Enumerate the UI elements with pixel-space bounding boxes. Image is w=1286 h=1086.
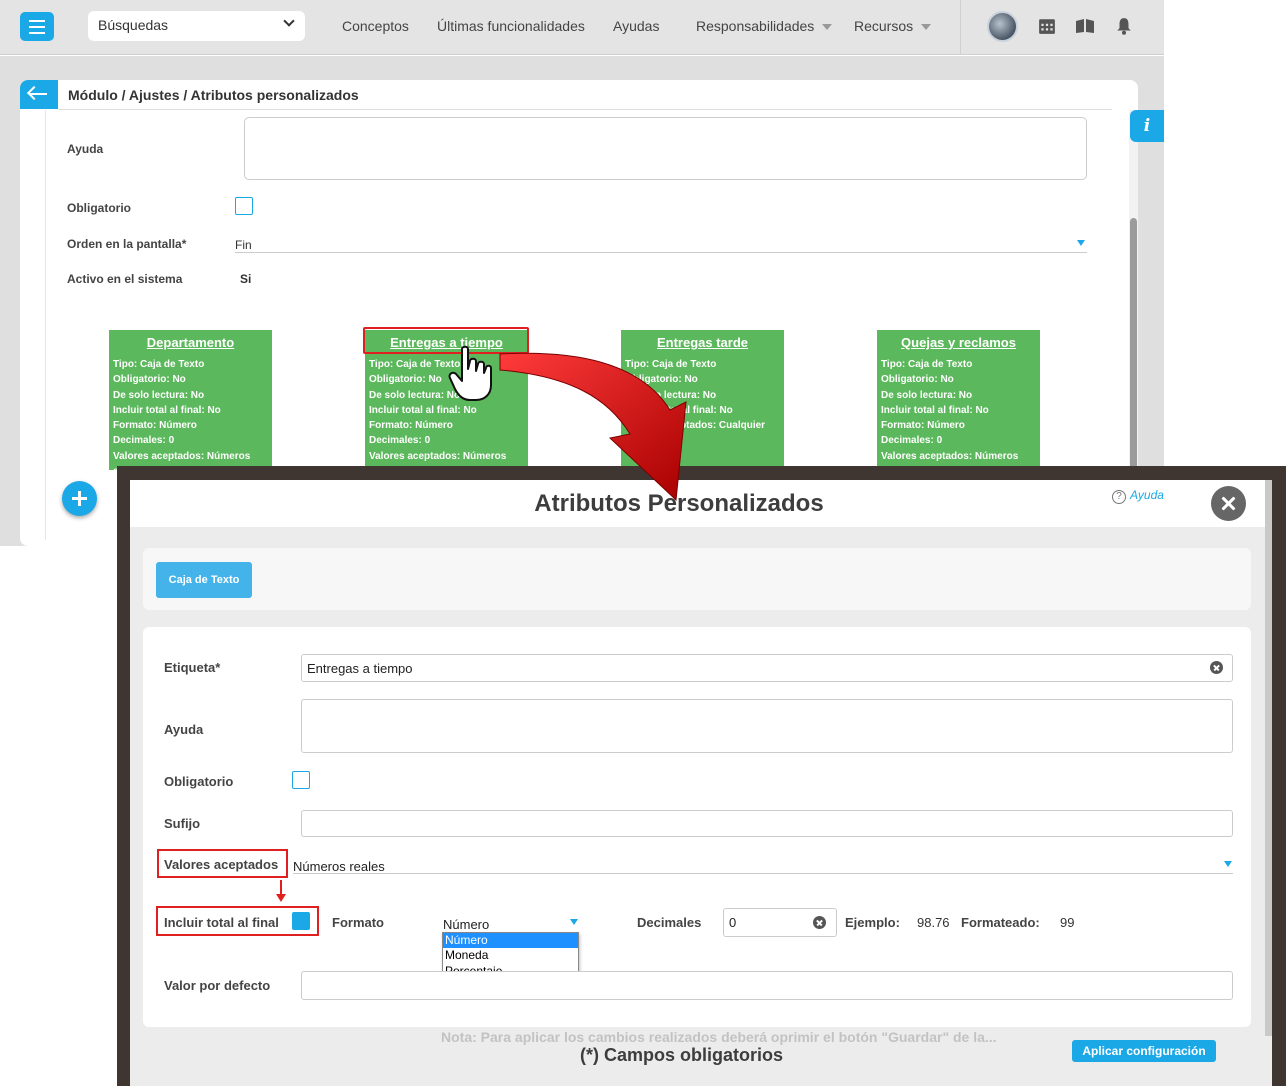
info-button[interactable]: i	[1130, 110, 1164, 142]
hand-cursor-icon	[448, 345, 492, 401]
breadcrumb: Módulo / Ajustes / Atributos personaliza…	[68, 87, 359, 103]
nav-link-ayudas[interactable]: Ayudas	[613, 18, 659, 34]
formato-option[interactable]: Moneda	[443, 948, 578, 963]
caret-down-icon	[570, 919, 578, 925]
decimales-label: Decimales	[637, 915, 702, 930]
nav-link-recursos-label: Recursos	[854, 18, 914, 34]
breadcrumb-divider	[58, 109, 1112, 110]
help-link[interactable]: ? Ayuda	[1112, 488, 1164, 504]
incluir-total-checkbox[interactable]	[292, 912, 310, 930]
clear-icon[interactable]	[813, 916, 826, 929]
ayuda-label: Ayuda	[164, 722, 204, 737]
attribute-card-row: Incluir total al final: No	[113, 404, 221, 416]
valores-aceptados-label: Valores aceptados	[164, 857, 279, 872]
nav-divider	[960, 0, 961, 55]
bg-obligatorio-checkbox[interactable]	[235, 197, 253, 215]
nav-link-responsabilidades-label: Responsabilidades	[696, 18, 815, 34]
attribute-card-title[interactable]: Quejas y reclamos	[877, 335, 1040, 350]
caret-down-icon	[1224, 861, 1232, 867]
attribute-card-quejas-y-reclamos[interactable]: Quejas y reclamos Tipo: Caja de Texto Ob…	[877, 330, 1040, 470]
attribute-card-row: Valores aceptados: Números	[113, 450, 251, 462]
text-box-type-button[interactable]: Caja de Texto	[156, 562, 252, 598]
nav-link-ultimas-funcionalidades[interactable]: Últimas funcionalidades	[437, 18, 585, 34]
menu-icon[interactable]	[20, 12, 54, 41]
bell-icon[interactable]	[1115, 17, 1133, 35]
incluir-total-label: Incluir total al final	[164, 915, 279, 930]
avatar[interactable]	[987, 11, 1018, 42]
formato-label: Formato	[332, 915, 384, 930]
etiqueta-field[interactable]: Entregas a tiempo	[301, 654, 1233, 682]
bg-orden-select[interactable]: Fin	[235, 238, 252, 252]
formato-select[interactable]: Número	[443, 917, 489, 932]
attribute-card-row: Obligatorio: No	[881, 374, 954, 386]
required-fields-note: (*) Campos obligatorios	[580, 1045, 784, 1065]
formateado-value: 99	[1060, 915, 1075, 930]
type-toolbar	[143, 548, 1251, 610]
clear-icon[interactable]	[1210, 661, 1223, 674]
valor-por-defecto-field[interactable]	[301, 971, 1233, 1000]
attribute-card-row: Decimales: 0	[113, 435, 175, 447]
nav-link-recursos[interactable]: Recursos	[854, 18, 932, 34]
valores-aceptados-select[interactable]: Números reales	[293, 859, 385, 874]
obligatorio-label: Obligatorio	[164, 774, 234, 789]
attribute-card-row: Decimales: 0	[881, 435, 943, 447]
attribute-card-row: Valores aceptados: Números	[881, 450, 1019, 462]
valor-por-defecto-label: Valor por defecto	[164, 978, 271, 993]
close-button[interactable]	[1211, 486, 1246, 521]
bg-activo-value: Si	[240, 272, 252, 286]
arrow-left-icon	[30, 93, 47, 95]
caret-down-icon	[822, 24, 833, 31]
ayuda-textarea[interactable]	[301, 699, 1233, 753]
attribute-card-row: De solo lectura: No	[113, 389, 205, 401]
formateado-label: Formateado:	[961, 915, 1040, 930]
bg-activo-label: Activo en el sistema	[67, 272, 183, 286]
sufijo-field[interactable]	[301, 810, 1233, 837]
attribute-card-row: De solo lectura: No	[881, 389, 973, 401]
top-navigation-bar: Búsquedas Conceptos Últimas funcionalida…	[0, 0, 1164, 55]
select-underline	[293, 873, 1233, 874]
bg-ayuda-label: Ayuda	[67, 142, 104, 156]
etiqueta-label: Etiqueta*	[164, 660, 221, 675]
back-button[interactable]	[20, 80, 58, 109]
search-select-label: Búsquedas	[98, 17, 169, 33]
footer-note: Nota: Para aplicar los cambios realizado…	[441, 1029, 997, 1045]
attribute-card-departamento[interactable]: Departamento Tipo: Caja de Texto Obligat…	[109, 330, 272, 470]
bg-obligatorio-label: Obligatorio	[67, 201, 131, 215]
chevron-down-icon	[283, 15, 295, 27]
arrow-down-icon	[276, 880, 286, 902]
attribute-card-row: Formato: Número	[881, 420, 965, 432]
calendar-icon[interactable]	[1038, 17, 1056, 35]
nav-link-conceptos[interactable]: Conceptos	[342, 18, 409, 34]
bg-ayuda-textarea[interactable]	[244, 117, 1087, 180]
attribute-card-row: Tipo: Caja de Texto	[881, 359, 973, 370]
search-select[interactable]: Búsquedas	[88, 11, 305, 41]
sufijo-label: Sufijo	[164, 816, 201, 831]
bg-orden-label: Orden en la pantalla*	[67, 237, 187, 251]
attribute-card-row: Incluir total al final: No	[881, 404, 989, 416]
attribute-card-row: Formato: Número	[113, 420, 197, 432]
panel-border	[45, 110, 46, 540]
caret-down-icon	[921, 24, 932, 31]
help-link-label: Ayuda	[1130, 488, 1164, 502]
ejemplo-label: Ejemplo:	[845, 915, 900, 930]
ejemplo-value: 98.76	[917, 915, 950, 930]
question-icon: ?	[1112, 490, 1126, 504]
attribute-card-title[interactable]: Departamento	[109, 335, 272, 350]
nav-link-responsabilidades[interactable]: Responsabilidades	[696, 18, 833, 34]
apply-configuration-button[interactable]: Aplicar configuración	[1072, 1040, 1216, 1062]
add-attribute-button[interactable]	[62, 481, 97, 516]
modal-scrollbar[interactable]	[1265, 480, 1272, 1036]
formato-option[interactable]: Número	[443, 933, 578, 949]
caret-down-icon	[1077, 240, 1085, 246]
book-icon[interactable]	[1075, 17, 1095, 35]
bg-orden-underline	[235, 252, 1087, 253]
obligatorio-checkbox[interactable]	[292, 771, 310, 789]
curved-arrow-icon	[499, 352, 687, 502]
attribute-card-row: Obligatorio: No	[113, 374, 186, 386]
attribute-card-row: Tipo: Caja de Texto	[113, 359, 205, 370]
